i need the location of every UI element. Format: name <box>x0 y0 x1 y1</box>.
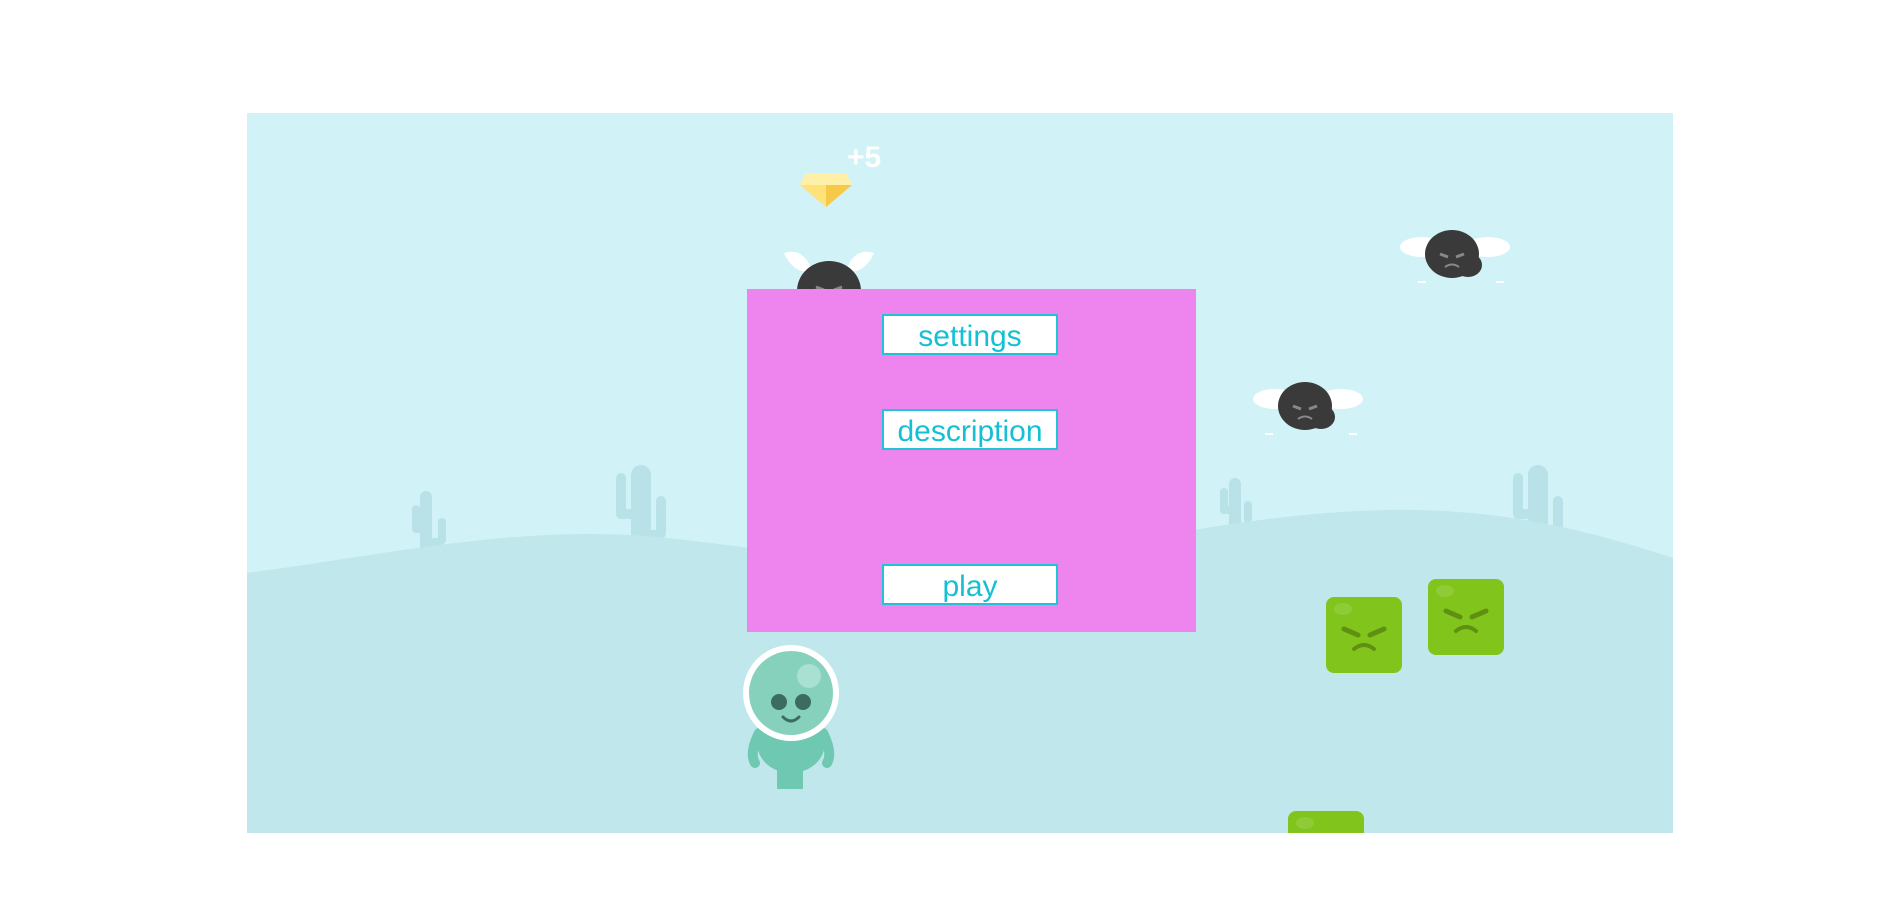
slime-block-icon <box>1326 597 1402 673</box>
settings-button[interactable]: settings <box>882 314 1058 355</box>
game-canvas[interactable]: +5 settings description play <box>247 113 1673 833</box>
alien-astronaut-icon <box>743 645 839 789</box>
main-menu-panel: settings description play <box>747 289 1196 632</box>
fly-enemy-icon <box>1400 230 1510 283</box>
slime-block-icon <box>1428 579 1504 655</box>
description-button[interactable]: description <box>882 409 1058 450</box>
gem-bonus-text: +5 <box>847 141 882 174</box>
slime-block-icon <box>1288 811 1364 833</box>
gem-icon <box>800 173 852 207</box>
fly-enemy-icon <box>1253 382 1363 435</box>
play-button[interactable]: play <box>882 564 1058 605</box>
